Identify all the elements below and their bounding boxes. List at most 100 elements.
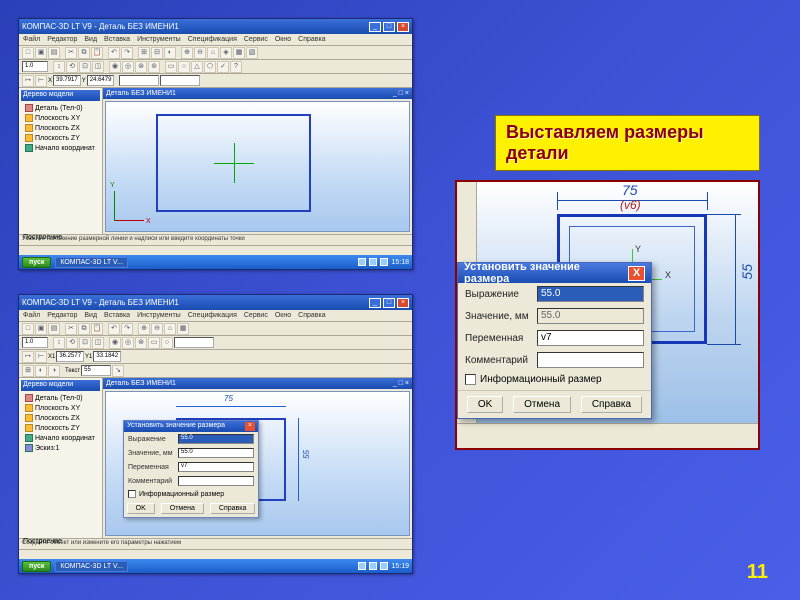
tool-button[interactable]: ↶ (108, 323, 120, 335)
tool-button[interactable]: ↶ (108, 47, 120, 59)
menu-item[interactable]: Редактор (47, 312, 77, 319)
expression-input[interactable]: 55.0 (178, 434, 254, 444)
minimize-button[interactable]: _ (369, 22, 381, 32)
minimize-button[interactable]: _ (369, 298, 381, 308)
doc-maximize[interactable]: □ (399, 380, 403, 387)
drawing-canvas[interactable]: X Y (105, 101, 410, 232)
text-input[interactable]: 55 (81, 365, 111, 376)
tool-button[interactable]: ▭ (148, 337, 160, 349)
close-button[interactable]: × (397, 22, 409, 32)
dialog-titlebar[interactable]: Установить значение размера X (458, 263, 651, 283)
tool-button[interactable]: ⟲ (66, 61, 78, 73)
maximize-button[interactable]: □ (383, 298, 395, 308)
tool-button[interactable]: □ (22, 47, 34, 59)
doc-maximize[interactable]: □ (399, 90, 403, 97)
tool-button[interactable]: ↷ (121, 323, 133, 335)
tool-button[interactable]: ⊖ (151, 323, 163, 335)
tool-button[interactable]: ⟲ (66, 337, 78, 349)
tool-button[interactable]: ◫ (92, 337, 104, 349)
extra-input[interactable] (119, 75, 159, 86)
tool-button[interactable]: ◑ (48, 365, 60, 377)
start-button[interactable]: пуск (22, 561, 51, 572)
extra-input[interactable] (160, 75, 200, 86)
help-button[interactable]: Справка (581, 396, 642, 413)
menu-item[interactable]: Спецификация (188, 312, 237, 319)
variable-input[interactable]: v7 (537, 330, 644, 346)
ok-button[interactable]: OK (467, 396, 503, 413)
coord-y[interactable]: 24.6479 (87, 75, 115, 86)
comment-input[interactable] (178, 476, 254, 486)
extra-input[interactable] (174, 337, 214, 348)
tool-button[interactable]: ○ (178, 61, 190, 73)
taskbar-task[interactable]: КОМПАС-3D LT V... (55, 257, 127, 268)
menu-item[interactable]: Редактор (47, 36, 77, 43)
tool-button[interactable]: 📋 (91, 323, 103, 335)
tool-button[interactable]: ⊚ (148, 61, 160, 73)
tree-item[interactable]: Эскиз:1 (21, 443, 100, 453)
tool-button[interactable]: ◎ (122, 337, 134, 349)
tool-button[interactable]: ⊢ (35, 75, 47, 87)
tool-button[interactable]: ? (230, 61, 242, 73)
tool-button[interactable]: ◐ (164, 47, 176, 59)
menu-item[interactable]: Инструменты (137, 312, 181, 319)
tool-button[interactable]: ↕ (53, 337, 65, 349)
tool-button[interactable]: ⊡ (79, 61, 91, 73)
close-button[interactable]: × (397, 298, 409, 308)
tool-button[interactable]: ↦ (22, 351, 34, 363)
tool-button[interactable]: ⧉ (78, 47, 90, 59)
scale-input[interactable]: 1.0 (22, 61, 48, 72)
tool-button[interactable]: ⊕ (138, 323, 150, 335)
tree-item[interactable]: Плоскость XY (21, 113, 100, 123)
cancel-button[interactable]: Отмена (513, 396, 571, 413)
tool-button[interactable]: ✂ (65, 47, 77, 59)
menu-item[interactable]: Вид (84, 312, 97, 319)
tray-icon[interactable] (358, 562, 366, 570)
tool-button[interactable]: ⊕ (181, 47, 193, 59)
ok-button[interactable]: OK (127, 503, 155, 514)
tree-item[interactable]: Плоскость ZX (21, 123, 100, 133)
menu-item[interactable]: Справка (298, 36, 325, 43)
close-button[interactable]: X (628, 266, 645, 281)
tool-button[interactable]: ⊖ (194, 47, 206, 59)
menu-item[interactable]: Файл (23, 36, 40, 43)
tool-button[interactable]: □ (22, 323, 34, 335)
tool-button[interactable]: ▦ (177, 323, 189, 335)
tray-icon[interactable] (380, 258, 388, 266)
menu-item[interactable]: Вставка (104, 36, 130, 43)
coord-x[interactable]: 39.7917 (53, 75, 81, 86)
tree-item[interactable]: Плоскость ZY (21, 133, 100, 143)
tree-item[interactable]: Плоскость ZX (21, 413, 100, 423)
tool-button[interactable]: ⊞ (138, 47, 150, 59)
tree-item[interactable]: Плоскость ZY (21, 423, 100, 433)
tool-button[interactable]: ▣ (35, 47, 47, 59)
tool-button[interactable]: ○ (161, 337, 173, 349)
cancel-button[interactable]: Отмена (161, 503, 204, 514)
tree-item[interactable]: Плоскость XY (21, 403, 100, 413)
coord-x[interactable]: 36.2577 (56, 351, 84, 362)
tool-button[interactable]: ▦ (233, 47, 245, 59)
tool-button[interactable]: ↕ (53, 61, 65, 73)
tray-icon[interactable] (380, 562, 388, 570)
doc-close[interactable]: × (405, 90, 409, 97)
tray-icon[interactable] (369, 258, 377, 266)
menu-item[interactable]: Вставка (104, 312, 130, 319)
coord-y[interactable]: 33.1842 (93, 351, 121, 362)
doc-minimize[interactable]: _ (393, 380, 397, 387)
tool-button[interactable]: 📋 (91, 47, 103, 59)
tool-button[interactable]: ▤ (48, 323, 60, 335)
tree-item[interactable]: Деталь (Тел-0) (21, 393, 100, 403)
tool-button[interactable]: ◉ (109, 337, 121, 349)
menu-item[interactable]: Сервис (244, 36, 268, 43)
menu-item[interactable]: Сервис (244, 312, 268, 319)
maximize-button[interactable]: □ (383, 22, 395, 32)
menu-item[interactable]: Инструменты (137, 36, 181, 43)
tool-button[interactable]: ◎ (122, 61, 134, 73)
help-button[interactable]: Справка (210, 503, 255, 514)
tool-button[interactable]: ⌂ (207, 47, 219, 59)
tool-button[interactable]: ▣ (35, 323, 47, 335)
tool-button[interactable]: ⊞ (22, 365, 34, 377)
tree-item[interactable]: Начало координат (21, 433, 100, 443)
tool-button[interactable]: ↷ (121, 47, 133, 59)
menu-item[interactable]: Вид (84, 36, 97, 43)
tool-button[interactable]: ◫ (92, 61, 104, 73)
